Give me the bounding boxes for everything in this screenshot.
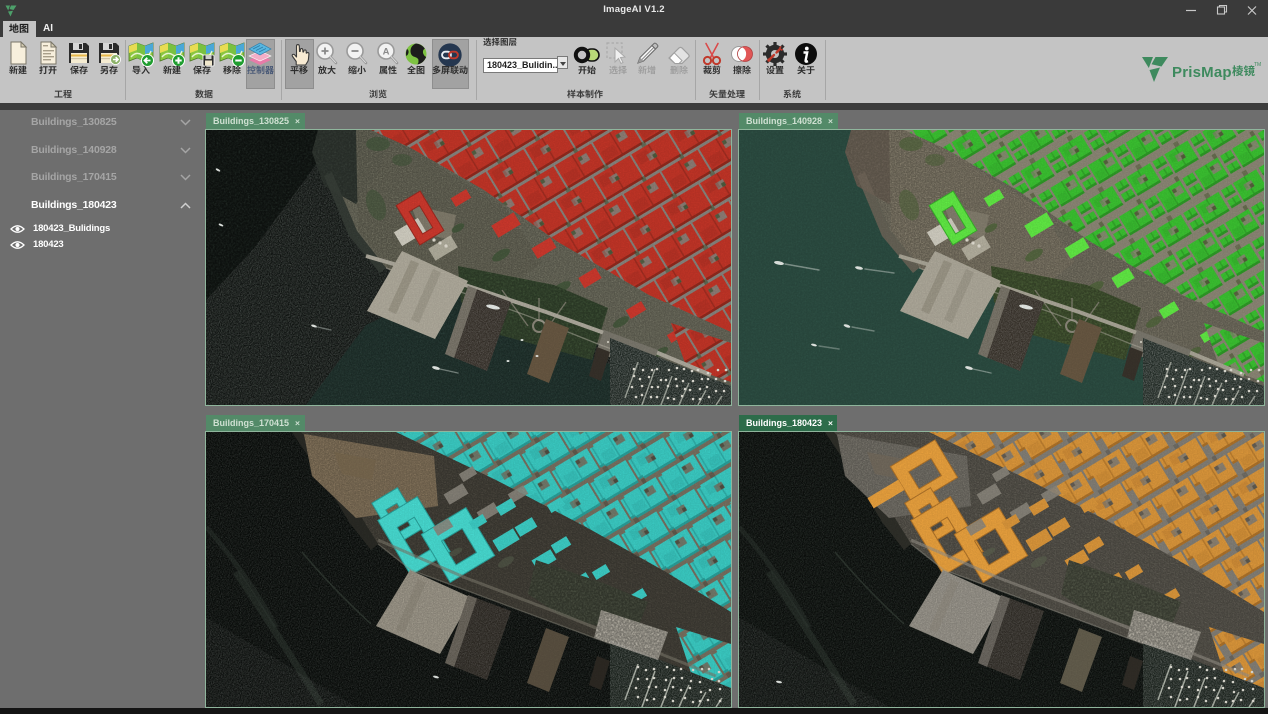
svg-text:A: A xyxy=(383,46,390,57)
